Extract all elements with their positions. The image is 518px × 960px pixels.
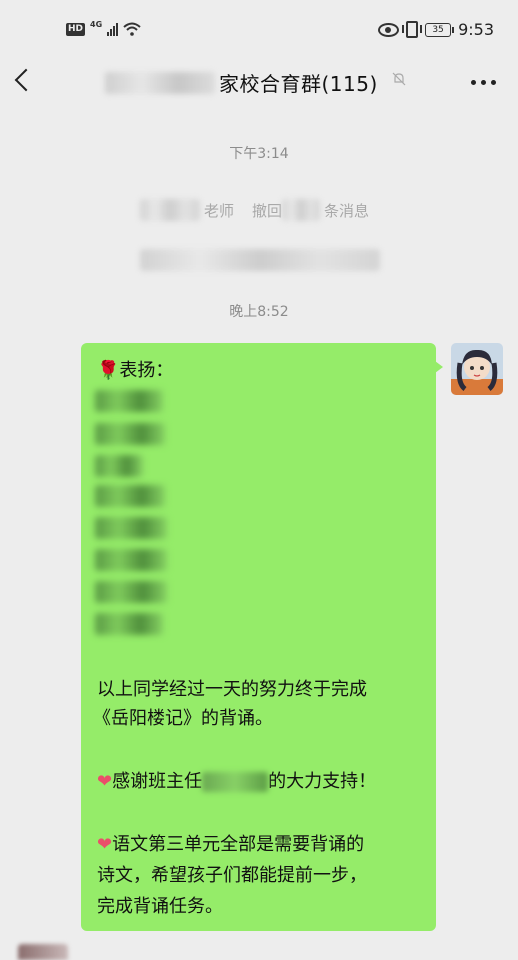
- status-left: HD 4G: [66, 19, 141, 36]
- wifi-icon: [123, 22, 141, 36]
- note-line: 完成背诵任务。: [97, 896, 223, 917]
- redacted-text: [282, 199, 320, 221]
- system-fragment: 撤回: [252, 202, 283, 220]
- vibrate-icon: [402, 21, 423, 38]
- system-fragment: 老师: [204, 202, 235, 220]
- redacted-student-name: [95, 549, 167, 571]
- network-type: 4G: [90, 19, 103, 29]
- status-bar: HD 4G 35 9:53: [0, 0, 518, 62]
- thanks-prefix: 感谢班主任: [112, 771, 203, 792]
- praise-header: 🌹表扬：: [97, 360, 173, 382]
- note-line: ❤语文第三单元全部是需要背诵的: [97, 834, 364, 856]
- praise-header-text: 表扬：: [119, 360, 174, 381]
- chat-header: 家校合育群(115): [0, 62, 518, 106]
- avatar[interactable]: [451, 343, 503, 395]
- heart-icon: ❤: [97, 834, 113, 855]
- bell-muted-icon: [392, 72, 406, 86]
- redacted-student-name: [95, 517, 167, 539]
- redacted-student-name: [95, 455, 143, 477]
- battery-icon: 35: [425, 22, 455, 37]
- redacted-student-name: [95, 485, 165, 507]
- heart-icon: ❤: [97, 771, 113, 792]
- redacted-system-line: [140, 249, 380, 271]
- redacted-student-name: [95, 390, 163, 412]
- redacted-student-name: [95, 423, 165, 445]
- redacted-group-name: [105, 71, 215, 94]
- next-avatar[interactable]: [18, 944, 68, 960]
- redacted-student-name: [95, 613, 163, 635]
- message-text: 《岳阳楼记》的背诵。: [93, 708, 273, 729]
- more-icon[interactable]: [471, 80, 496, 85]
- back-icon[interactable]: [14, 68, 38, 92]
- note-line: 诗文，希望孩子们都能提前一步，: [97, 865, 367, 886]
- timestamp: 晚上8:52: [229, 304, 289, 320]
- redacted-name: [140, 199, 200, 221]
- message-bubble[interactable]: 🌹表扬： 以上同学经过一天的努力终于完成 《岳阳楼记》的背诵。 ❤感谢班主任 的大…: [81, 343, 443, 931]
- clock: 9:53: [458, 20, 494, 39]
- thanks-line: ❤感谢班主任 的大力支持！: [97, 771, 376, 793]
- note-text: 语文第三单元全部是需要背诵的: [112, 834, 365, 855]
- signal-icon: [107, 22, 119, 36]
- system-fragment: 条消息: [324, 202, 370, 220]
- chat-title[interactable]: 家校合育群(115): [105, 68, 378, 97]
- status-right: 35 9:53: [378, 20, 494, 39]
- hd-badge: HD: [66, 22, 86, 36]
- message-text: 以上同学经过一天的努力终于完成: [97, 679, 367, 700]
- redacted-teacher-name: [202, 772, 269, 792]
- eye-icon: [378, 22, 400, 37]
- thanks-suffix: 的大力支持！: [268, 771, 377, 792]
- rose-icon: 🌹: [97, 360, 120, 381]
- redacted-student-name: [95, 581, 167, 603]
- timestamp: 下午3:14: [229, 146, 289, 162]
- group-title: 家校合育群(115): [219, 72, 378, 96]
